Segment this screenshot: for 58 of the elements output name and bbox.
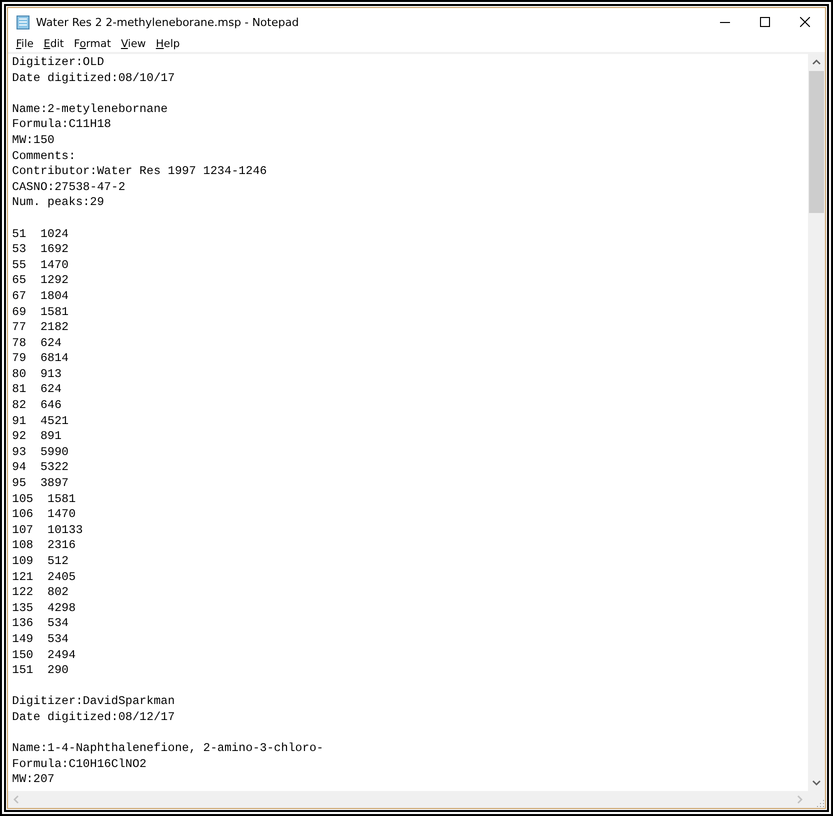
menu-item[interactable]: Edit xyxy=(38,38,69,50)
text-line: CASNO:27538-47-2 xyxy=(12,180,126,194)
text-line: 81 624 xyxy=(12,382,62,396)
text-line: 105 1581 xyxy=(12,492,76,506)
text-line: 51 1024 xyxy=(12,226,69,241)
maximize-icon xyxy=(760,17,770,27)
text-line: Contributor:Water Res 1997 1234-1246 xyxy=(12,164,267,178)
text-line: 55 1470 xyxy=(12,258,69,272)
text-line: 109 512 xyxy=(12,554,69,568)
text-line: 150 2494 xyxy=(12,648,76,662)
text-line: 106 1470 xyxy=(12,507,76,522)
text-line: 107 10133 xyxy=(12,522,83,537)
vertical-scrollbar[interactable] xyxy=(808,54,825,791)
menu-item[interactable]: View xyxy=(116,38,151,50)
horizontal-scrollbar[interactable] xyxy=(8,791,808,808)
text-line: Comments: xyxy=(12,148,76,163)
text-line: 95 3897 xyxy=(12,476,69,490)
menu-item[interactable]: Help xyxy=(150,38,185,50)
text-line: 79 6814 xyxy=(12,351,69,366)
text-line: 94 5322 xyxy=(12,460,69,474)
text-line: 69 1581 xyxy=(12,304,69,318)
text-line: Num. peaks:29 xyxy=(12,195,104,210)
notepad-icon xyxy=(16,14,30,30)
text-line: Digitizer:DavidSparkman xyxy=(12,694,175,708)
text-line: 151 290 xyxy=(12,663,69,678)
text-line: 136 534 xyxy=(12,616,69,630)
text-line: MW:150 xyxy=(12,132,54,147)
text-line: Date digitized:08/10/17 xyxy=(12,70,175,85)
scrollbar-thumb[interactable] xyxy=(809,71,824,213)
text-line: 82 646 xyxy=(12,398,62,412)
text-line: Formula:C11H18 xyxy=(12,117,112,132)
scroll-right-icon[interactable] xyxy=(796,795,804,804)
text-line: 93 5990 xyxy=(12,444,69,459)
text-line: MW:207 xyxy=(12,772,54,786)
text-line: 121 2405 xyxy=(12,570,76,584)
scroll-left-icon[interactable] xyxy=(12,795,20,804)
menu-item[interactable]: File xyxy=(11,38,39,50)
text-line: 91 4521 xyxy=(12,414,69,428)
text-line: 122 802 xyxy=(12,585,69,600)
text-line: Name:1-4-Naphthalenefione, 2-amino-3-chloro- xyxy=(12,741,324,756)
text-line: 108 2316 xyxy=(12,538,76,552)
text-line: 78 624 xyxy=(12,336,62,350)
size-grip-icon[interactable] xyxy=(815,798,825,808)
text-line: Name:2-metylenebornane xyxy=(12,102,168,116)
text-line: 80 913 xyxy=(12,366,62,381)
menu-item[interactable]: Format xyxy=(68,38,116,50)
text-line: Formula:C10H16ClNO2 xyxy=(12,756,147,771)
text-line: Digitizer:OLD xyxy=(12,55,104,69)
text-line: Date digitized:08/12/17 xyxy=(12,710,175,724)
window-title: Water Res 2 2-methyleneborane.msp - Notepad xyxy=(36,16,300,28)
text-line: 92 891 xyxy=(12,429,62,444)
close-icon xyxy=(800,17,810,27)
text-line: 77 2182 xyxy=(12,320,69,334)
text-line: 53 1692 xyxy=(12,242,69,256)
text-line: 67 1804 xyxy=(12,288,69,303)
text-line: 135 4298 xyxy=(12,600,76,615)
text-line: 149 534 xyxy=(12,632,69,646)
text-line: 65 1292 xyxy=(12,273,69,288)
